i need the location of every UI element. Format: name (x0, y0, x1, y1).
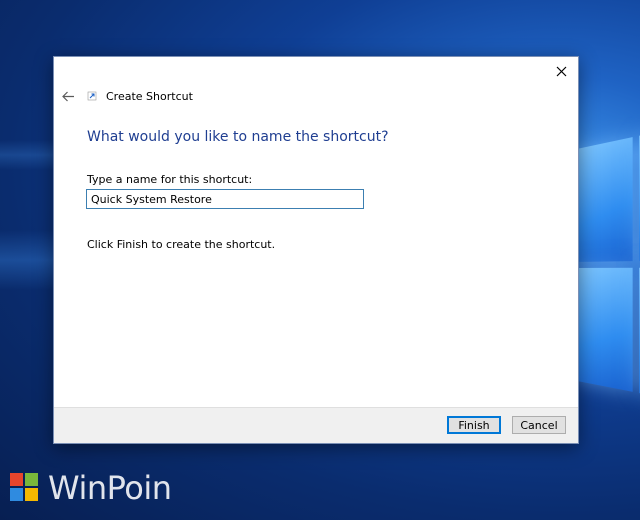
back-button[interactable] (60, 88, 76, 104)
create-shortcut-dialog: Create Shortcut What would you like to n… (53, 56, 579, 444)
shortcut-arrow-icon (86, 90, 98, 102)
dialog-title: Create Shortcut (106, 89, 193, 103)
cancel-button[interactable]: Cancel (512, 416, 566, 434)
finish-button[interactable]: Finish (447, 416, 501, 434)
wallpaper-windows-logo (572, 116, 640, 423)
dialog-header: Create Shortcut (60, 85, 193, 107)
finish-instruction-text: Click Finish to create the shortcut. (87, 238, 276, 251)
dialog-footer: Finish Cancel (54, 407, 578, 443)
close-button[interactable] (550, 60, 572, 82)
close-icon (556, 66, 566, 76)
back-arrow-icon (61, 91, 74, 101)
name-field-label: Type a name for this shortcut: (87, 173, 253, 186)
watermark-text: WinPoin (48, 469, 172, 507)
shortcut-name-input[interactable] (86, 189, 364, 209)
page-heading: What would you like to name the shortcut… (87, 129, 389, 145)
watermark: WinPoin (10, 472, 172, 504)
winpoin-logo-icon (10, 473, 40, 503)
